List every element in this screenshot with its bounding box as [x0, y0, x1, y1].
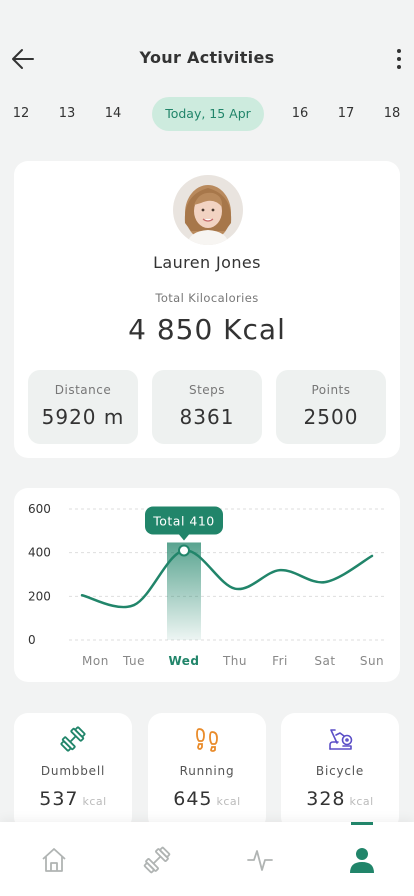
highlight-point	[178, 544, 190, 557]
x-tick-label: Sat	[314, 654, 335, 668]
pulse-icon[interactable]	[246, 846, 274, 874]
stat-steps: Steps 8361	[152, 370, 262, 444]
date-item[interactable]: 16	[289, 97, 311, 131]
kcal-label: Total Kilocalories	[155, 291, 259, 305]
series-line	[80, 549, 374, 609]
activity-value-number: 537	[39, 788, 79, 810]
stat-value: 8361	[179, 405, 235, 429]
activity-value: 537 kcal	[14, 788, 132, 810]
x-tick-label: Tue	[122, 654, 145, 668]
stat-points: Points 2500	[276, 370, 386, 444]
stat-label: Points	[311, 383, 351, 397]
stat-label: Steps	[188, 383, 226, 397]
activity-value-number: 645	[173, 788, 213, 810]
dumbbell-icon[interactable]	[143, 846, 171, 874]
activity-unit: kcal	[82, 795, 107, 808]
x-tick-label: Sun	[360, 654, 384, 668]
tooltip-label: Total 410	[152, 513, 215, 528]
activity-card-running[interactable]: Running 645 kcal	[148, 713, 266, 831]
avatar[interactable]	[173, 175, 243, 245]
activity-chart-card: 0 200 400 600 Total 410 Mon Tue Wed Thu Fri Sat Sun	[14, 488, 400, 682]
stat-distance: Distance 5920 m	[28, 370, 138, 444]
stat-label: Distance	[54, 383, 112, 397]
home-icon[interactable]	[40, 846, 68, 874]
date-item-today[interactable]: Today, 15 Apr	[152, 97, 264, 131]
stat-value: 2500	[303, 405, 359, 429]
activity-unit: kcal	[216, 795, 241, 808]
tooltip-pointer	[179, 534, 189, 541]
header: Your Activities	[0, 0, 414, 90]
x-tick-label: Mon	[82, 654, 109, 668]
y-tick-label: 0	[28, 633, 36, 647]
stat-value: 5920 m	[41, 405, 125, 429]
avatar-portrait	[173, 175, 243, 245]
activity-unit: kcal	[349, 795, 374, 808]
kcal-value: 4 850 Kcal	[128, 313, 286, 346]
footprints-icon	[196, 728, 218, 752]
activity-card-dumbbell[interactable]: Dumbbell 537 kcal	[14, 713, 132, 831]
bicycle-icon	[329, 729, 353, 750]
x-tick-label: Wed	[168, 654, 199, 668]
date-selector: 12 13 14 Today, 15 Apr 16 17 18	[0, 97, 414, 131]
page-title: Your Activities	[139, 48, 275, 67]
x-tick-label: Thu	[222, 654, 247, 668]
activity-label: Dumbbell	[40, 764, 106, 778]
activity-chart[interactable]: 0 200 400 600 Total 410 Mon Tue Wed Thu Fri Sat Sun	[14, 488, 400, 682]
activity-value: 328 kcal	[281, 788, 399, 810]
bottom-nav	[0, 822, 414, 896]
activity-value: 645 kcal	[148, 788, 266, 810]
user-icon[interactable]	[348, 846, 376, 874]
profile-card: Lauren Jones Total Kilocalories 4 850 Kc…	[14, 161, 400, 458]
activity-label: Running	[179, 764, 235, 778]
y-tick-label: 400	[28, 546, 51, 560]
date-item[interactable]: 17	[335, 97, 357, 131]
activity-card-bicycle[interactable]: Bicycle 328 kcal	[281, 713, 399, 831]
y-tick-label: 600	[28, 502, 51, 516]
date-item[interactable]: 14	[102, 97, 124, 131]
date-item[interactable]: 13	[56, 97, 78, 131]
more-vertical-icon[interactable]	[392, 46, 406, 72]
x-tick-label: Fri	[272, 654, 288, 668]
activity-label: Bicycle	[315, 764, 365, 778]
nav-active-indicator	[351, 822, 373, 825]
activity-value-number: 328	[306, 788, 346, 810]
y-tick-label: 200	[28, 589, 51, 603]
user-name: Lauren Jones	[153, 253, 261, 272]
dumbbell-icon	[60, 726, 86, 752]
date-item[interactable]: 18	[381, 97, 403, 131]
date-item[interactable]: 12	[10, 97, 32, 131]
